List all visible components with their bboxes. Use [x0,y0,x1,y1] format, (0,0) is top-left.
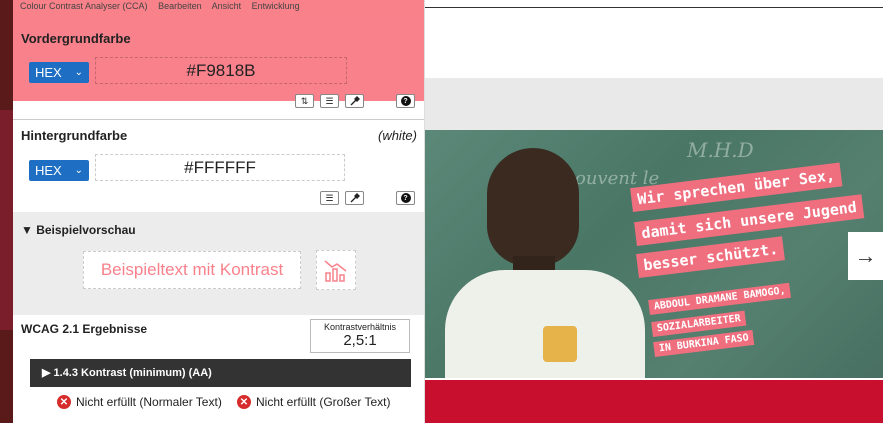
left-page-image [0,110,13,330]
contrast-ratio-box: Kontrastverhältnis 2,5:1 [310,319,410,353]
chalk-text: M.H.D [687,138,754,162]
sliders-icon: ☰ [325,192,334,203]
criterion-label: ▶ 1.4.3 Kontrast (minimum) (AA) [42,367,212,379]
fail-icon: ✕ [237,395,251,409]
foreground-sliders-button[interactable]: ☰ [320,94,339,108]
foreground-title: Vordergrundfarbe [21,31,131,46]
foreground-help-button[interactable]: ? [396,94,415,108]
eyedropper-icon [350,193,360,203]
cca-window: Colour Contrast Analyser (CCA) Bearbeite… [13,0,425,423]
site-header-line [425,7,883,8]
color-blindness-simulation-button[interactable] [316,250,356,290]
site-grey-band [425,78,883,130]
criterion-1-4-3-toggle[interactable]: ▶ 1.4.3 Kontrast (minimum) (AA) [30,359,411,387]
chevron-down-icon: ⌄ [74,165,83,176]
preview-sample: Beispieltext mit Kontrast [83,251,301,289]
background-help-button[interactable]: ? [396,191,415,205]
eyedropper-icon [350,96,360,106]
menu-app-title: Colour Contrast Analyser (CCA) [20,1,148,11]
format-value: HEX [35,163,62,178]
large-text-result-label: Nicht erfüllt (Großer Text) [256,395,391,409]
background-color-name: (white) [377,128,417,143]
site-red-band [425,380,883,423]
normal-text-result-label: Nicht erfüllt (Normaler Text) [76,395,222,409]
preview-sample-text: Beispieltext mit Kontrast [100,260,284,279]
background-sliders-button[interactable]: ☰ [320,191,339,205]
menu-edit[interactable]: Bearbeiten [158,1,202,11]
shirt-logo [543,326,577,362]
menu-develop[interactable]: Entwicklung [252,1,300,11]
background-hex-value: #FFFFFF [184,157,256,177]
results-section: WCAG 2.1 Ergebnisse Kontrastverhältnis 2… [13,315,424,423]
contrast-ratio-value: 2,5:1 [343,332,377,349]
help-icon: ? [400,193,411,203]
menu-view[interactable]: Ansicht [212,1,242,11]
chart-icon [324,260,347,282]
sliders-icon: ☰ [325,95,334,106]
normal-text-result: ✕ Nicht erfüllt (Normaler Text) [57,395,227,409]
chevron-down-icon: ⌄ [74,67,83,78]
background-section: Hintergrundfarbe (white) HEX ⌄ #FFFFFF ☰… [13,119,424,212]
swap-colors-button[interactable]: ⇅ [295,94,314,108]
contrast-ratio-label: Kontrastverhältnis [323,322,397,332]
foreground-format-select[interactable]: HEX ⌄ [29,62,89,83]
background-eyedropper-button[interactable] [345,191,364,205]
foreground-hex-input[interactable]: #F9818B [95,57,347,84]
arrow-right-icon: → [854,243,877,268]
background-hex-input[interactable]: #FFFFFF [95,154,345,181]
foreground-hex-value: #F9818B [186,60,256,80]
next-slide-button[interactable]: → [848,232,883,280]
large-text-result: ✕ Nicht erfüllt (Großer Text) [237,395,417,409]
preview-section: ▼ Beispielvorschau Beispieltext mit Kont… [13,212,424,315]
foreground-eyedropper-button[interactable] [345,94,364,108]
help-icon: ? [400,96,411,106]
background-format-select[interactable]: HEX ⌄ [29,160,89,181]
swap-icon: ⇅ [300,95,309,106]
foreground-section: Colour Contrast Analyser (CCA) Bearbeite… [13,0,424,108]
menu-bar: Colour Contrast Analyser (CCA) Bearbeite… [13,0,424,18]
person-head [487,148,579,266]
format-value: HEX [35,65,62,80]
fail-icon: ✕ [57,395,71,409]
hero-image[interactable]: M.H.D ouvent le Wir sprechen über Sex, d… [425,130,883,378]
results-title: WCAG 2.1 Ergebnisse [21,322,148,336]
preview-toggle[interactable]: ▼ Beispielvorschau [21,223,136,237]
background-title: Hintergrundfarbe [21,128,128,143]
